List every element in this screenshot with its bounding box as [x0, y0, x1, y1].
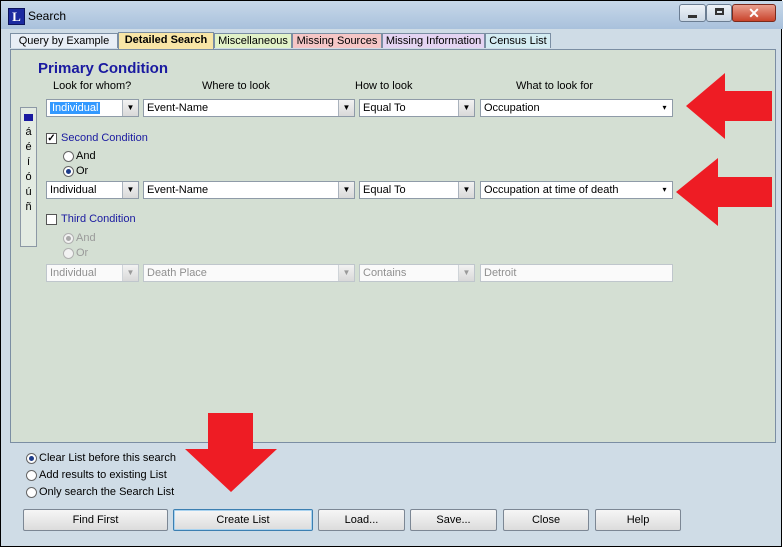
tab-miscellaneous[interactable]: Miscellaneous: [214, 33, 292, 48]
char-n-tilde[interactable]: ñ: [21, 201, 36, 213]
tab-missing-sources[interactable]: Missing Sources: [292, 33, 382, 48]
chevron-down-icon: ▼: [338, 265, 354, 281]
chevron-down-icon: ▼: [458, 265, 474, 281]
window-title: Search: [28, 9, 67, 23]
tab-census-list[interactable]: Census List: [485, 33, 551, 48]
add-results-radio[interactable]: [26, 470, 37, 481]
second-how-select[interactable]: Equal To ▼: [359, 181, 475, 199]
chevron-down-icon: ▼: [458, 100, 474, 116]
maximize-button[interactable]: [706, 4, 732, 22]
second-where-value: Event-Name: [147, 184, 209, 196]
third-who-select[interactable]: Individual ▼: [46, 264, 139, 282]
save-button[interactable]: Save...: [410, 509, 497, 531]
find-first-button[interactable]: Find First: [23, 509, 168, 531]
clear-list-label: Clear List before this search: [39, 452, 176, 464]
minimize-button[interactable]: [679, 4, 706, 22]
chevron-down-icon: ▼: [122, 100, 138, 116]
primary-who-select[interactable]: Individual ▼: [46, 99, 139, 117]
clear-list-radio[interactable]: [26, 453, 37, 464]
third-and-radio[interactable]: [63, 233, 74, 244]
char-bar-marker: [24, 114, 33, 121]
annotation-arrow-left-icon: [686, 73, 772, 139]
primary-who-value: Individual: [50, 102, 101, 114]
primary-what-value: Occupation: [484, 102, 540, 114]
primary-how-value: Equal To: [363, 102, 406, 114]
column-header-how: How to look: [355, 80, 413, 92]
third-condition-label: Third Condition: [61, 213, 136, 225]
annotation-arrow-left-icon: [676, 158, 772, 226]
chevron-down-icon: ▼: [338, 100, 354, 116]
second-and-label: And: [76, 150, 96, 162]
char-e-acute[interactable]: é: [21, 141, 36, 153]
add-results-label: Add results to existing List: [39, 469, 167, 481]
second-who-select[interactable]: Individual ▼: [46, 181, 139, 199]
second-what-value: Occupation at time of death: [484, 184, 619, 196]
third-how-value: Contains: [363, 267, 407, 279]
annotation-arrow-down-icon: [185, 413, 277, 492]
only-search-list-radio[interactable]: [26, 487, 37, 498]
second-where-select[interactable]: Event-Name ▼: [143, 181, 355, 199]
column-header-where: Where to look: [202, 80, 270, 92]
char-o-acute[interactable]: ó: [21, 171, 36, 183]
third-where-select[interactable]: Death Place ▼: [143, 264, 355, 282]
second-condition-checkbox[interactable]: ✓: [46, 133, 57, 144]
close-icon: ✕: [748, 5, 760, 21]
third-or-label: Or: [76, 247, 89, 259]
chevron-down-icon: ▼: [458, 182, 474, 198]
primary-condition-heading: Primary Condition: [38, 60, 169, 77]
second-or-label: Or: [76, 165, 89, 177]
third-and-label: And: [76, 232, 96, 244]
third-or-radio[interactable]: [63, 248, 74, 259]
second-condition-label: Second Condition: [61, 132, 148, 144]
chevron-down-icon: ▼: [338, 182, 354, 198]
third-what-input[interactable]: Detroit: [480, 264, 673, 282]
second-or-radio[interactable]: [63, 166, 74, 177]
column-header-who: Look for whom?: [53, 80, 132, 92]
close-button[interactable]: Close: [503, 509, 589, 531]
third-how-select[interactable]: Contains ▼: [359, 264, 475, 282]
app-icon: L: [8, 8, 25, 25]
tab-detailed-search[interactable]: Detailed Search: [118, 32, 214, 50]
primary-where-select[interactable]: Event-Name ▼: [143, 99, 355, 117]
third-condition-checkbox[interactable]: [46, 214, 57, 225]
caret-down-icon: ▾: [657, 100, 672, 116]
third-who-value: Individual: [50, 267, 97, 279]
primary-what-select[interactable]: Occupation ▾: [480, 99, 673, 117]
primary-how-select[interactable]: Equal To ▼: [359, 99, 475, 117]
chevron-down-icon: ▼: [122, 182, 138, 198]
column-header-what: What to look for: [516, 80, 594, 92]
primary-where-value: Event-Name: [147, 102, 209, 114]
second-and-radio[interactable]: [63, 151, 74, 162]
minimize-icon: [688, 15, 697, 18]
tab-query-by-example[interactable]: Query by Example: [10, 33, 118, 48]
special-characters-bar: á é í ó ú ñ: [20, 107, 37, 247]
second-who-value: Individual: [50, 184, 97, 196]
caret-down-icon: ▾: [657, 182, 672, 198]
help-button[interactable]: Help: [595, 509, 681, 531]
char-i-acute[interactable]: í: [21, 156, 36, 168]
second-what-select[interactable]: Occupation at time of death ▾: [480, 181, 673, 199]
tab-missing-information[interactable]: Missing Information: [382, 33, 485, 48]
detailed-search-panel: Primary Condition Look for whom? Where t…: [10, 49, 776, 443]
maximize-icon: [714, 8, 724, 15]
second-how-value: Equal To: [363, 184, 406, 196]
create-list-button[interactable]: Create List: [173, 509, 313, 531]
chevron-down-icon: ▼: [122, 265, 138, 281]
char-a-acute[interactable]: á: [21, 126, 36, 138]
third-where-value: Death Place: [147, 267, 207, 279]
char-u-acute[interactable]: ú: [21, 186, 36, 198]
only-search-list-label: Only search the Search List: [39, 486, 175, 498]
load-button[interactable]: Load...: [318, 509, 405, 531]
search-window: L Search ✕ Query by Example Detailed Sea…: [0, 0, 783, 547]
title-bar[interactable]: L Search ✕: [1, 1, 783, 29]
close-window-button[interactable]: ✕: [732, 4, 776, 22]
